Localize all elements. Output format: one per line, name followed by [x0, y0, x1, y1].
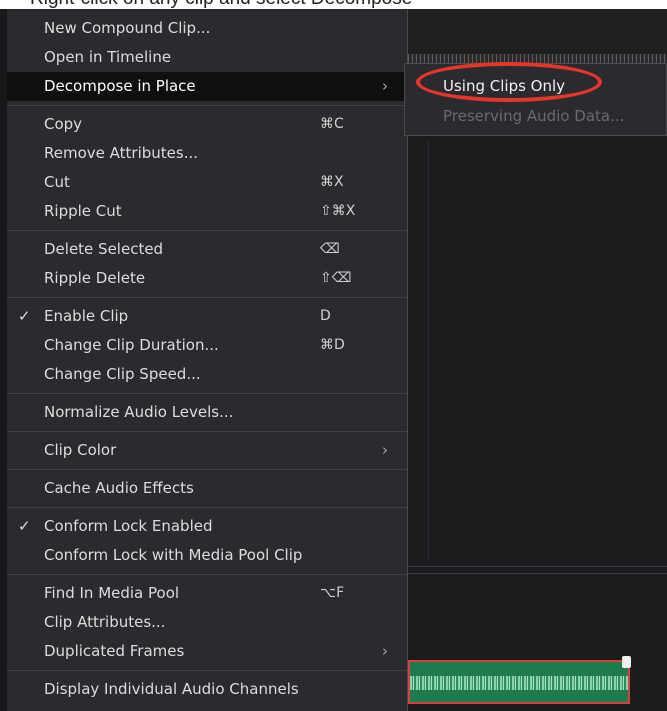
menu-item-duplicated-frames[interactable]: Duplicated Frames › [7, 637, 407, 666]
highlight-annotation-ellipse [416, 62, 602, 102]
menu-separator [7, 230, 407, 231]
menu-item-clip-attributes[interactable]: Clip Attributes... [7, 608, 407, 637]
menu-item-find-in-media-pool[interactable]: Find In Media Pool ⌥F [7, 579, 407, 608]
menu-separator [7, 297, 407, 298]
chevron-right-icon: › [382, 642, 388, 660]
menu-separator [7, 670, 407, 671]
menu-separator [7, 574, 407, 575]
menu-item-label: Cut [44, 173, 70, 191]
menu-separator [7, 469, 407, 470]
menu-item-open-in-timeline[interactable]: Open in Timeline [7, 43, 407, 72]
menu-item-label: Conform Lock Enabled [44, 517, 213, 535]
menu-item-shortcut: ⌘C [320, 116, 344, 132]
menu-item-clip-color[interactable]: Clip Color › [7, 436, 407, 465]
menu-item-display-individual-audio-channels[interactable]: Display Individual Audio Channels [7, 675, 407, 704]
menu-item-label: Change Clip Speed... [44, 365, 201, 383]
timeline-left-edge [0, 9, 7, 711]
menu-item-shortcut: ⌫ [320, 241, 340, 257]
menu-item-shortcut: ⌥F [320, 585, 345, 601]
menu-item-label: Duplicated Frames [44, 642, 185, 660]
chevron-right-icon: › [382, 77, 388, 95]
menu-item-new-compound-clip[interactable]: New Compound Clip... [7, 14, 407, 43]
track-divider [408, 566, 667, 567]
chevron-right-icon: › [382, 441, 388, 459]
menu-item-label: Decompose in Place [44, 77, 196, 95]
menu-item-label: Remove Attributes... [44, 144, 198, 162]
menu-item-shortcut: ⇧⌘X [320, 203, 356, 219]
menu-item-label: Find In Media Pool [44, 584, 180, 602]
menu-item-ripple-delete[interactable]: Ripple Delete ⇧⌫ [7, 264, 407, 293]
context-menu: New Compound Clip... Open in Timeline Deco… [7, 9, 408, 711]
menu-item-shortcut: ⌘D [320, 337, 345, 353]
menu-item-label: Normalize Audio Levels... [44, 403, 234, 421]
checkmark-icon: ✓ [18, 517, 31, 535]
menu-item-shortcut: ⇧⌫ [320, 270, 352, 286]
menu-item-label: Clip Attributes... [44, 613, 166, 631]
menu-item-label: Clip Color [44, 441, 117, 459]
menu-item-shortcut: D [320, 308, 331, 324]
track-divider [408, 573, 667, 574]
menu-item-conform-lock-with-media-pool-clip[interactable]: Conform Lock with Media Pool Clip [7, 541, 407, 570]
timeline-header [408, 9, 667, 54]
menu-item-cache-audio-effects[interactable]: Cache Audio Effects [7, 474, 407, 503]
menu-item-change-clip-speed[interactable]: Change Clip Speed... [7, 360, 407, 389]
menu-item-label: Copy [44, 115, 83, 133]
menu-item-label: Change Clip Duration... [44, 336, 219, 354]
menu-item-label: Display Individual Audio Channels [44, 680, 299, 698]
menu-item-label: Open in Timeline [44, 48, 172, 66]
menu-item-label: Delete Selected [44, 240, 164, 258]
timeline-divider [428, 140, 429, 560]
menu-item-label: Enable Clip [44, 307, 129, 325]
menu-separator [7, 507, 407, 508]
menu-separator [7, 393, 407, 394]
menu-item-label: Conform Lock with Media Pool Clip [44, 546, 303, 564]
menu-item-enable-clip[interactable]: ✓ Enable Clip D [7, 302, 407, 331]
menu-item-decompose-in-place[interactable]: Decompose in Place › [7, 72, 407, 101]
menu-item-normalize-audio-levels[interactable]: Normalize Audio Levels... [7, 398, 407, 427]
menu-item-label: Ripple Delete [44, 269, 146, 287]
menu-item-remove-attributes[interactable]: Remove Attributes... [7, 139, 407, 168]
menu-separator [7, 105, 407, 106]
menu-item-label: Ripple Cut [44, 202, 122, 220]
menu-item-copy[interactable]: Copy ⌘C [7, 110, 407, 139]
instruction-banner: Right-click on any clip and select Decom… [0, 0, 667, 9]
audio-clip[interactable] [408, 660, 630, 704]
menu-item-delete-selected[interactable]: Delete Selected ⌫ [7, 235, 407, 264]
menu-separator [7, 431, 407, 432]
checkmark-icon: ✓ [18, 307, 31, 325]
menu-item-label: New Compound Clip... [44, 19, 211, 37]
audio-waveform [410, 676, 628, 690]
menu-item-change-clip-duration[interactable]: Change Clip Duration... ⌘D [7, 331, 407, 360]
clip-trim-handle[interactable] [622, 656, 631, 668]
menu-item-conform-lock-enabled[interactable]: ✓ Conform Lock Enabled [7, 512, 407, 541]
instruction-banner-text: Right-click on any clip and select Decom… [30, 0, 412, 9]
menu-item-ripple-cut[interactable]: Ripple Cut ⇧⌘X [7, 197, 407, 226]
menu-item-shortcut: ⌘X [320, 174, 344, 190]
menu-item-cut[interactable]: Cut ⌘X [7, 168, 407, 197]
submenu-item-preserving-audio-data: Preserving Audio Data... [443, 107, 625, 125]
menu-item-label: Cache Audio Effects [44, 479, 194, 497]
